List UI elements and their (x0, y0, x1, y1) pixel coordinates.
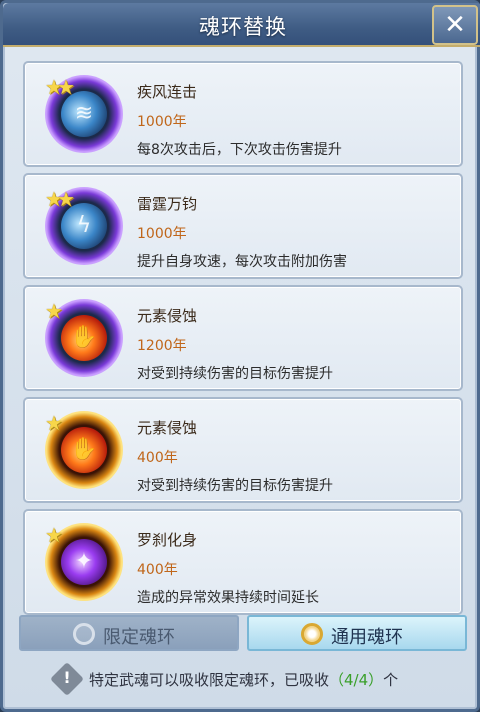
gold-ring-icon (301, 623, 323, 645)
ring-years: 1200年 (137, 338, 187, 354)
ring-description: 对受到持续伤害的目标伤害提升 (137, 366, 333, 382)
star-rating: ★★ (45, 189, 75, 211)
ring-list: ≋ ★★ 疾风连击 1000年 每8次攻击后，下次攻击伤害提升 ϟ ★★ 雷霆万… (23, 61, 463, 615)
tab-limited-ring[interactable]: 限定魂环 (19, 615, 239, 651)
ring-name: 元素侵蚀 (137, 307, 198, 325)
ring-name: 疾风连击 (137, 83, 198, 101)
star-icon: ★ (56, 187, 75, 211)
star-icon: ★ (45, 411, 63, 435)
ring-name: 罗刹化身 (137, 531, 198, 549)
ring-card[interactable]: ✦ ★ 罗刹化身 400年 造成的异常效果持续时间延长 (23, 509, 463, 615)
ring-years: 400年 (137, 450, 178, 466)
ring-type-tabs: 限定魂环 通用魂环 (19, 615, 467, 653)
ring-years: 1000年 (137, 114, 187, 130)
notice-text: 特定武魂可以吸收限定魂环，已吸收（4/4）个 (89, 669, 398, 690)
ring-name: 元素侵蚀 (137, 419, 198, 437)
ring-description: 造成的异常效果持续时间延长 (137, 590, 319, 606)
fire-hands-icon: ✋ (61, 427, 107, 473)
ring-description: 对受到持续伤害的目标伤害提升 (137, 478, 333, 494)
ring-card[interactable]: ✋ ★ 元素侵蚀 1200年 对受到持续伤害的目标伤害提升 (23, 285, 463, 391)
tab-general-ring[interactable]: 通用魂环 (247, 615, 467, 651)
star-rating: ★★ (45, 77, 75, 99)
tab-label: 通用魂环 (331, 627, 403, 648)
ring-name: 雷霆万钧 (137, 195, 198, 213)
close-button[interactable]: ✕ (432, 5, 478, 45)
star-rating: ★ (45, 413, 63, 435)
star-rating: ★ (45, 301, 63, 323)
notice-message: 特定武魂可以吸收限定魂环，已吸收 (89, 671, 330, 689)
title-bar: 魂环替换 ✕ (3, 3, 480, 47)
tab-label: 限定魂环 (103, 627, 175, 648)
star-rating: ★ (45, 525, 63, 547)
page-title: 魂环替换 (199, 15, 287, 39)
ring-years: 400年 (137, 562, 178, 578)
absorb-count: （4/4） (329, 671, 384, 689)
ring-description: 每8次攻击后，下次攻击伤害提升 (137, 142, 342, 158)
ring-years: 1000年 (137, 226, 187, 242)
absorb-notice: ! 特定武魂可以吸收限定魂环，已吸收（4/4）个 (50, 662, 455, 696)
fire-hands-icon: ✋ (61, 315, 107, 361)
ring-card[interactable]: ≋ ★★ 疾风连击 1000年 每8次攻击后，下次攻击伤害提升 (23, 61, 463, 167)
star-icon: ★ (56, 75, 75, 99)
ring-replace-panel: 魂环替换 ✕ ≋ ★★ 疾风连击 1000年 每8次攻击后，下次攻击伤害提升 ϟ (0, 0, 480, 712)
star-icon: ★ (45, 299, 63, 323)
ring-description: 提升自身攻速，每次攻击附加伤害 (137, 254, 347, 270)
close-icon: ✕ (444, 10, 466, 40)
notice-suffix: 个 (383, 671, 399, 689)
purple-crystal-icon: ✦ (61, 539, 107, 585)
star-icon: ★ (45, 523, 63, 547)
exclamation-icon: ! (63, 668, 71, 687)
ring-card[interactable]: ϟ ★★ 雷霆万钧 1000年 提升自身攻速，每次攻击附加伤害 (23, 173, 463, 279)
ring-outline-icon (73, 623, 95, 645)
ring-card[interactable]: ✋ ★ 元素侵蚀 400年 对受到持续伤害的目标伤害提升 (23, 397, 463, 503)
